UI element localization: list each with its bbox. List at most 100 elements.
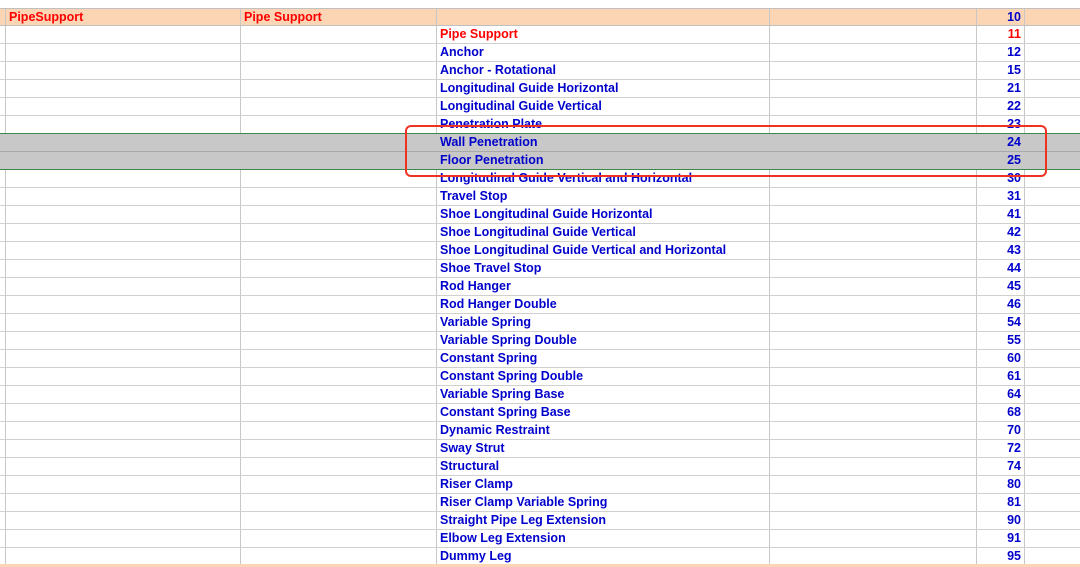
empty-cell[interactable] <box>241 206 437 223</box>
empty-cell[interactable] <box>241 170 437 187</box>
type-name-cell[interactable]: Travel Stop <box>437 188 770 205</box>
empty-cell[interactable] <box>5 170 241 187</box>
type-name-cell[interactable]: Longitudinal Guide Vertical and Horizont… <box>437 170 770 187</box>
empty-cell[interactable] <box>5 458 241 475</box>
empty-cell[interactable] <box>5 530 241 547</box>
code-cell[interactable]: 24 <box>977 134 1025 151</box>
table-row[interactable]: Longitudinal Guide Horizontal 21 <box>0 80 1080 98</box>
type-name-cell[interactable]: Riser Clamp <box>437 476 770 493</box>
empty-cell[interactable] <box>5 422 241 439</box>
empty-cell[interactable] <box>1025 260 1080 277</box>
empty-cell[interactable] <box>5 224 241 241</box>
empty-cell[interactable] <box>5 440 241 457</box>
empty-cell[interactable] <box>5 548 241 565</box>
empty-cell[interactable] <box>1025 548 1080 565</box>
empty-cell[interactable] <box>1025 134 1080 151</box>
code-cell[interactable]: 74 <box>977 458 1025 475</box>
empty-cell[interactable] <box>770 9 977 25</box>
empty-cell[interactable] <box>241 188 437 205</box>
empty-cell[interactable] <box>5 494 241 511</box>
empty-cell[interactable] <box>241 530 437 547</box>
empty-cell[interactable] <box>241 134 437 151</box>
type-name-cell[interactable] <box>437 9 770 25</box>
empty-cell[interactable] <box>770 62 977 79</box>
empty-cell[interactable] <box>241 476 437 493</box>
empty-cell[interactable] <box>1025 26 1080 43</box>
code-cell[interactable]: 46 <box>977 296 1025 313</box>
type-name-cell[interactable]: Rod Hanger <box>437 278 770 295</box>
empty-cell[interactable] <box>770 170 977 187</box>
empty-cell[interactable] <box>241 494 437 511</box>
empty-cell[interactable] <box>241 404 437 421</box>
empty-cell[interactable] <box>770 206 977 223</box>
empty-cell[interactable] <box>770 332 977 349</box>
empty-cell[interactable] <box>5 62 241 79</box>
type-name-cell[interactable]: Dynamic Restraint <box>437 422 770 439</box>
empty-cell[interactable] <box>1025 440 1080 457</box>
table-row[interactable]: Structural 74 <box>0 458 1080 476</box>
empty-cell[interactable] <box>241 548 437 565</box>
code-cell[interactable]: 72 <box>977 440 1025 457</box>
code-cell[interactable]: 42 <box>977 224 1025 241</box>
type-name-cell[interactable]: Dummy Leg <box>437 548 770 565</box>
empty-cell[interactable] <box>1025 242 1080 259</box>
empty-cell[interactable] <box>5 260 241 277</box>
empty-cell[interactable] <box>770 278 977 295</box>
table-row[interactable]: Constant Spring Base 68 <box>0 404 1080 422</box>
empty-cell[interactable] <box>5 332 241 349</box>
empty-cell[interactable] <box>1025 116 1080 133</box>
table-row[interactable]: Pipe Support 11 <box>0 26 1080 44</box>
empty-cell[interactable] <box>241 296 437 313</box>
empty-cell[interactable] <box>1025 206 1080 223</box>
empty-cell[interactable] <box>5 206 241 223</box>
empty-cell[interactable] <box>241 62 437 79</box>
empty-cell[interactable] <box>1025 62 1080 79</box>
empty-cell[interactable] <box>770 494 977 511</box>
empty-cell[interactable] <box>1025 170 1080 187</box>
empty-cell[interactable] <box>1025 476 1080 493</box>
empty-cell[interactable] <box>5 80 241 97</box>
type-name-cell[interactable]: Variable Spring Double <box>437 332 770 349</box>
code-cell[interactable]: 60 <box>977 350 1025 367</box>
empty-cell[interactable] <box>5 350 241 367</box>
code-cell[interactable]: 64 <box>977 386 1025 403</box>
empty-cell[interactable] <box>5 296 241 313</box>
type-name-cell[interactable]: Floor Penetration <box>437 152 770 169</box>
empty-cell[interactable] <box>1025 512 1080 529</box>
empty-cell[interactable] <box>241 260 437 277</box>
table-row[interactable]: Travel Stop 31 <box>0 188 1080 206</box>
empty-cell[interactable] <box>770 26 977 43</box>
empty-cell[interactable] <box>5 26 241 43</box>
empty-cell[interactable] <box>241 278 437 295</box>
empty-cell[interactable] <box>770 368 977 385</box>
code-cell[interactable]: 25 <box>977 152 1025 169</box>
empty-cell[interactable] <box>1025 188 1080 205</box>
empty-cell[interactable] <box>241 314 437 331</box>
table-row[interactable]: Sway Strut 72 <box>0 440 1080 458</box>
empty-cell[interactable] <box>5 152 241 169</box>
table-row[interactable]: Wall Penetration 24 <box>0 134 1080 152</box>
code-cell[interactable]: 21 <box>977 80 1025 97</box>
type-name-cell[interactable]: Shoe Longitudinal Guide Vertical <box>437 224 770 241</box>
code-cell[interactable]: 45 <box>977 278 1025 295</box>
table-row[interactable]: Variable Spring Base 64 <box>0 386 1080 404</box>
empty-cell[interactable] <box>1025 494 1080 511</box>
empty-cell[interactable] <box>770 512 977 529</box>
table-row[interactable]: Longitudinal Guide Vertical and Horizont… <box>0 170 1080 188</box>
empty-cell[interactable] <box>1025 224 1080 241</box>
empty-cell[interactable] <box>770 386 977 403</box>
empty-cell[interactable] <box>770 296 977 313</box>
empty-cell[interactable] <box>770 548 977 565</box>
table-row[interactable]: Elbow Leg Extension 91 <box>0 530 1080 548</box>
table-row[interactable]: Constant Spring 60 <box>0 350 1080 368</box>
code-cell[interactable]: 23 <box>977 116 1025 133</box>
table-row[interactable]: Shoe Longitudinal Guide Vertical 42 <box>0 224 1080 242</box>
table-row[interactable]: Penetration Plate 23 <box>0 116 1080 134</box>
code-cell[interactable]: 22 <box>977 98 1025 115</box>
empty-cell[interactable] <box>241 512 437 529</box>
empty-cell[interactable] <box>1025 368 1080 385</box>
table-row[interactable]: Variable Spring Double 55 <box>0 332 1080 350</box>
table-row[interactable]: Straight Pipe Leg Extension 90 <box>0 512 1080 530</box>
type-name-cell[interactable]: Riser Clamp Variable Spring <box>437 494 770 511</box>
header-row[interactable]: PipeSupport Pipe Support 10 <box>0 8 1080 26</box>
